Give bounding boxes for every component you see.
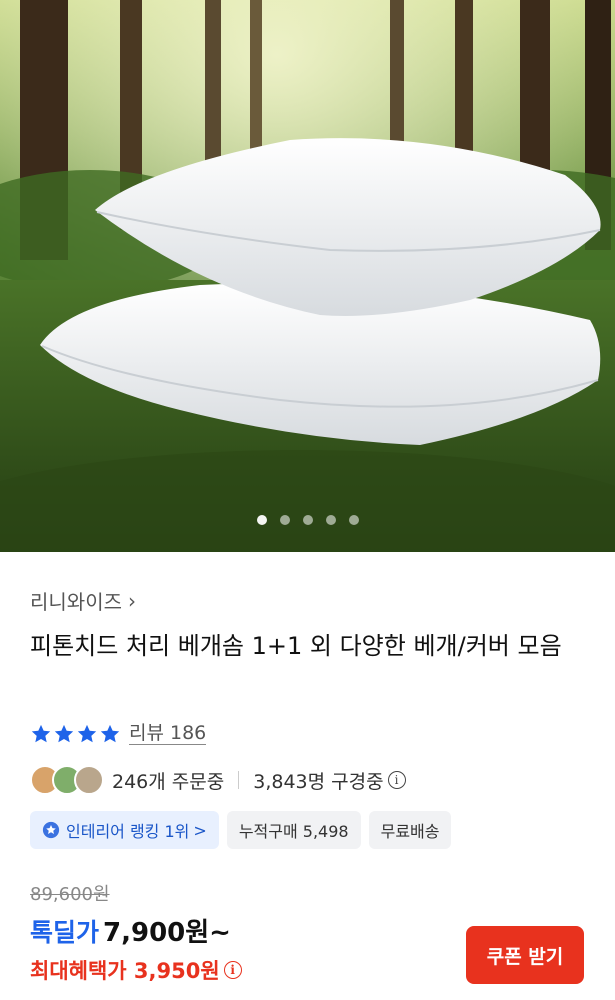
ranking-label: 인테리어 랭킹 1위 xyxy=(66,822,190,841)
max-benefit-price: 최대혜택가 3,950원 xyxy=(30,959,220,983)
carousel-dot[interactable] xyxy=(348,515,359,525)
star-icon xyxy=(100,724,120,742)
cumulative-purchase-label: 누적구매 5,498 xyxy=(238,822,349,841)
carousel-indicator[interactable] xyxy=(0,515,615,525)
star-icon xyxy=(54,724,74,742)
seller-name: 리니와이즈 xyxy=(30,590,122,614)
free-shipping-label: 무료배송 xyxy=(380,822,440,841)
star-rating xyxy=(30,723,121,745)
chevron-right-icon: > xyxy=(193,820,207,840)
deal-price-row: 톡딜가 7,900원~ xyxy=(30,912,231,949)
carousel-dot[interactable] xyxy=(279,515,290,525)
carousel-dot[interactable] xyxy=(325,515,336,525)
review-link[interactable]: 리뷰 186 xyxy=(129,722,207,745)
rating-row[interactable]: 리뷰 186 xyxy=(30,722,207,745)
info-icon[interactable]: i xyxy=(387,771,406,789)
product-badges: 인테리어 랭킹 1위 > 누적구매 5,498 무료배송 xyxy=(30,811,452,849)
seller-link[interactable]: 리니와이즈 › xyxy=(30,586,136,615)
order-stats: 246개 주문중 3,843명 구경중 i xyxy=(30,763,406,797)
star-icon xyxy=(31,724,51,742)
chevron-right-icon: › xyxy=(128,588,136,613)
ranking-badge-icon xyxy=(42,821,60,839)
product-image xyxy=(0,0,615,552)
original-price: 89,600원 xyxy=(30,884,110,905)
max-benefit-row: 최대혜택가 3,950원 i xyxy=(30,955,242,985)
info-icon[interactable]: i xyxy=(223,961,242,979)
deal-price: 7,900원~ xyxy=(103,918,231,948)
get-coupon-button[interactable]: 쿠폰 받기 xyxy=(466,926,584,984)
order-count: 246개 주문중 xyxy=(112,770,225,793)
avatar xyxy=(74,765,104,795)
divider xyxy=(238,771,240,789)
carousel-dot[interactable] xyxy=(302,515,313,525)
ranking-badge[interactable]: 인테리어 랭킹 1위 > xyxy=(30,811,219,849)
viewer-count: 3,843명 구경중 xyxy=(253,770,384,793)
carousel-dot[interactable] xyxy=(256,515,267,525)
buyer-avatars xyxy=(30,765,104,795)
deal-price-label: 톡딜가 xyxy=(30,918,100,947)
star-icon xyxy=(77,724,97,742)
product-title: 피톤치드 처리 베개솜 1+1 외 다양한 베개/커버 모음 xyxy=(30,632,562,660)
free-shipping-badge: 무료배송 xyxy=(368,811,452,849)
product-image-carousel[interactable] xyxy=(0,0,615,552)
cumulative-purchase-badge: 누적구매 5,498 xyxy=(226,811,361,849)
